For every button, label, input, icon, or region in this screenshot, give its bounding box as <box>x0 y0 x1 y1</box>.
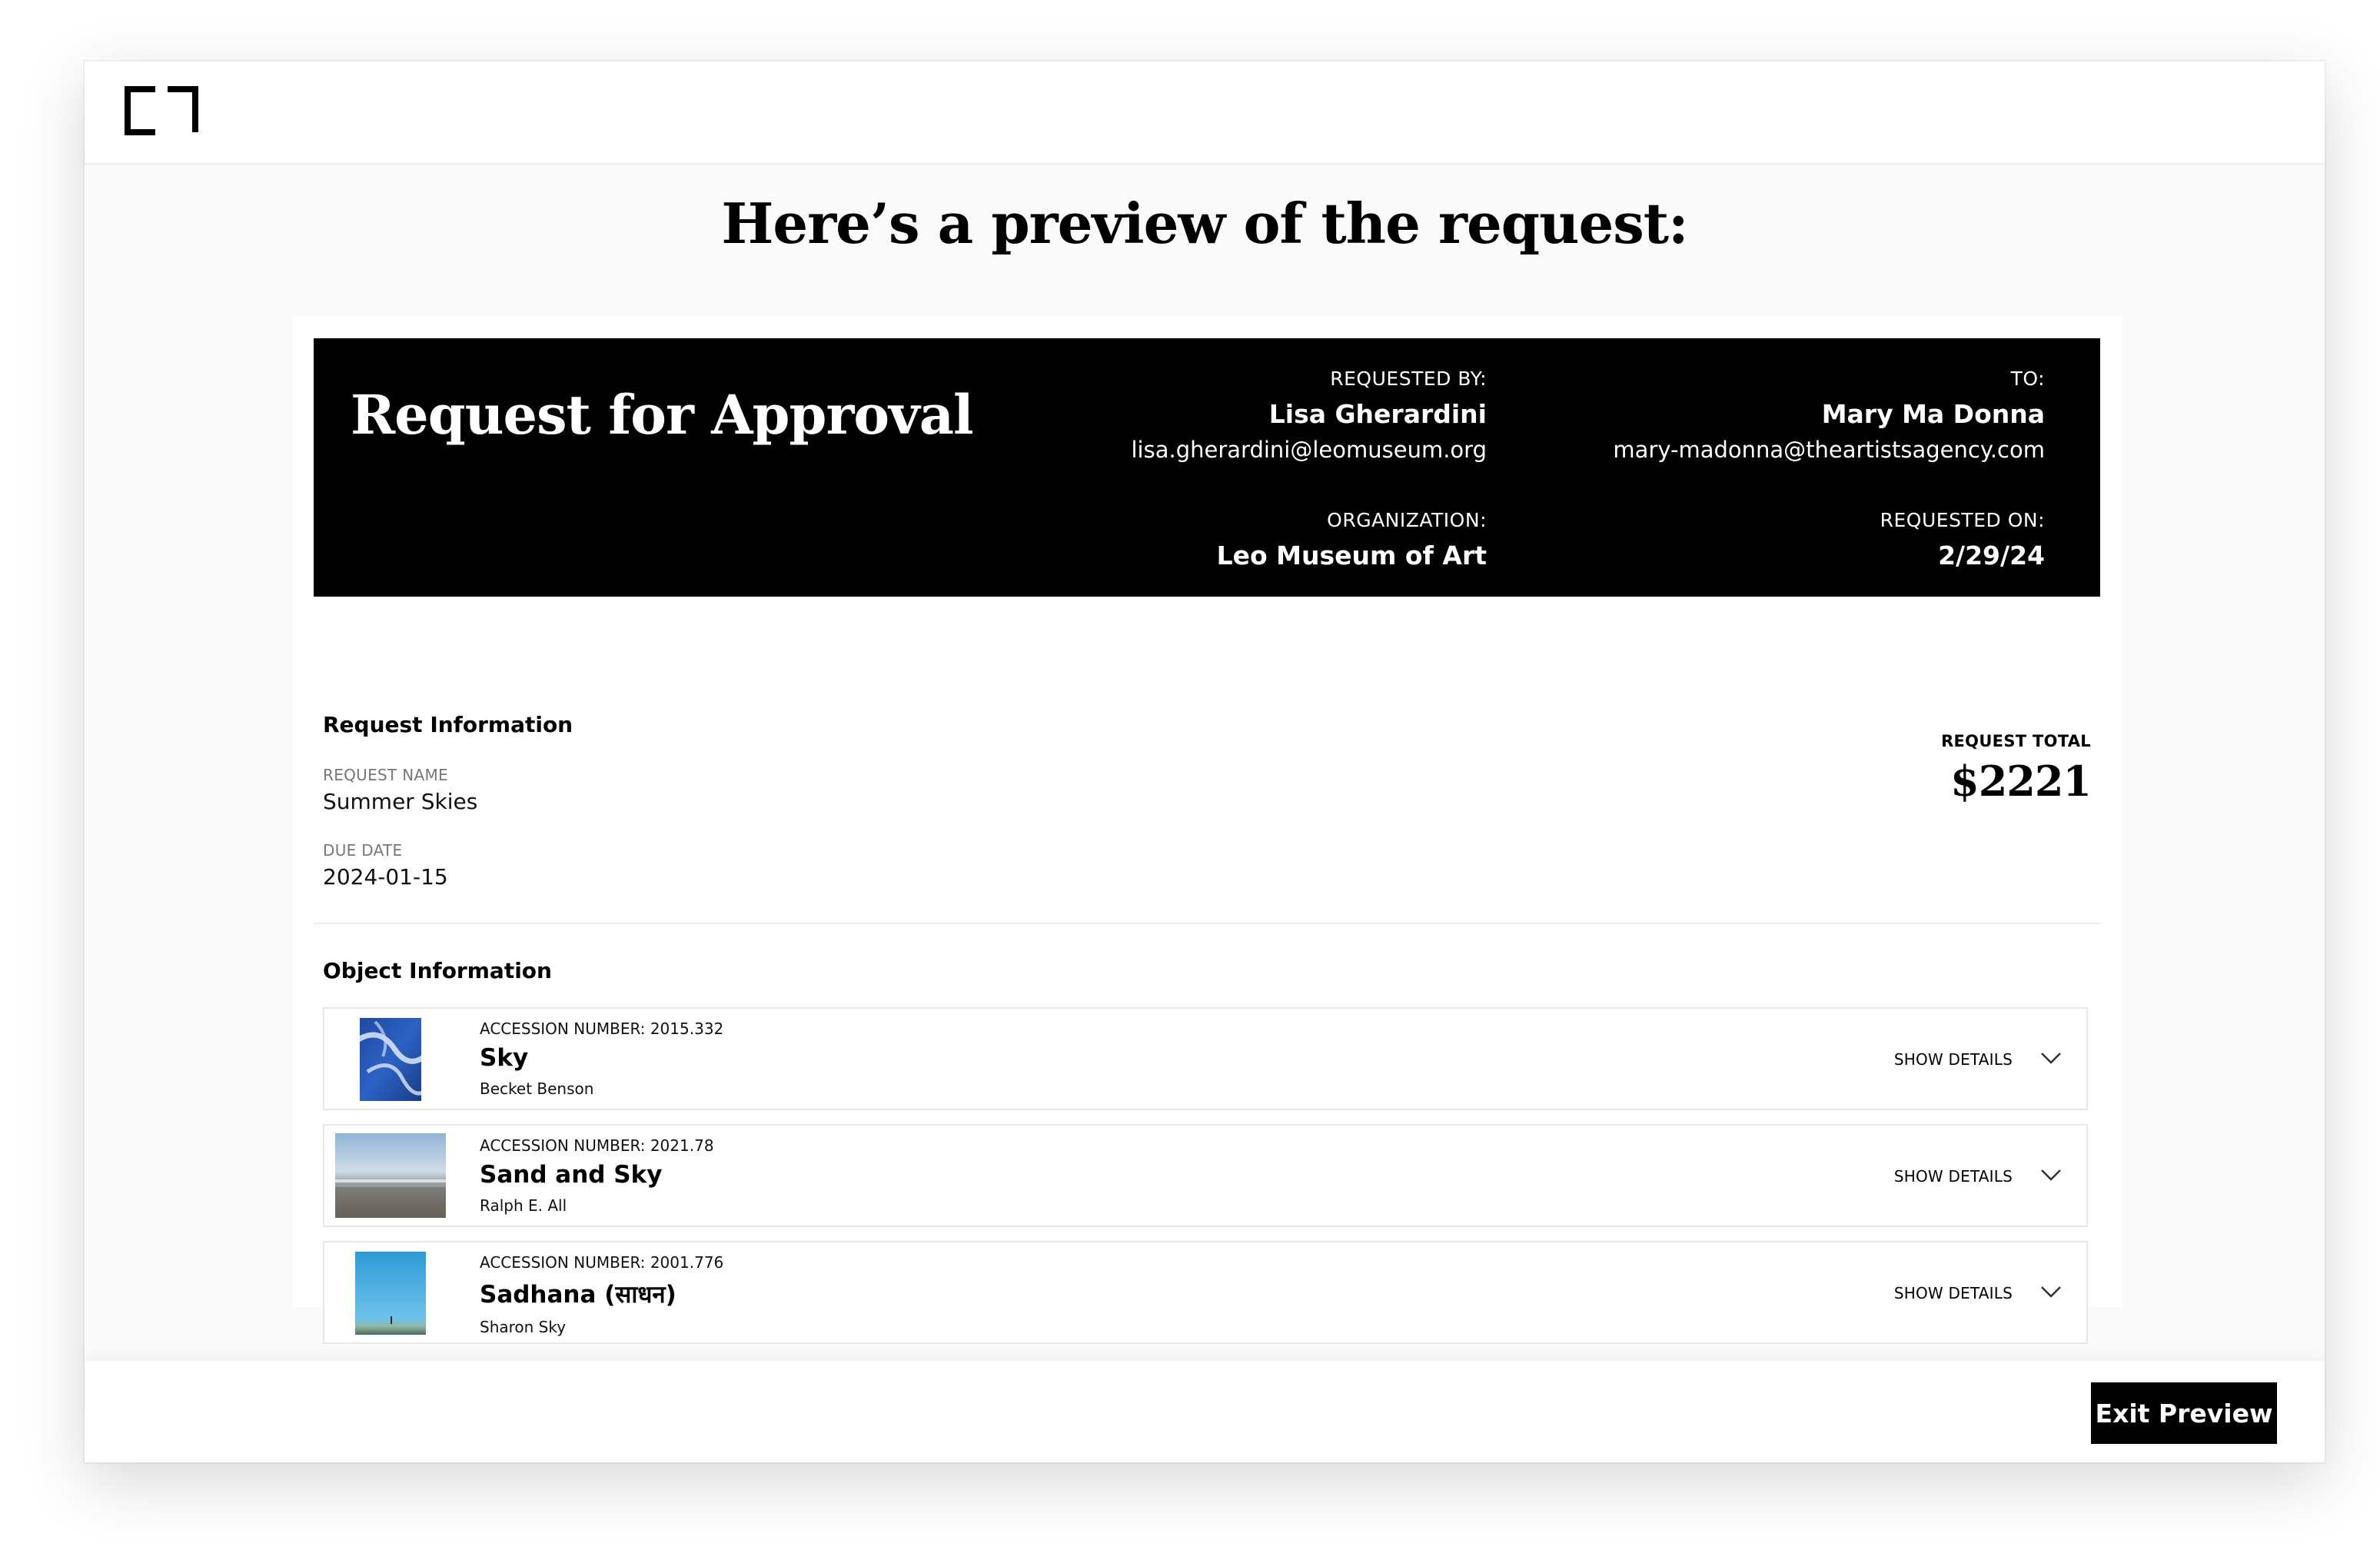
chevron-down-icon[interactable] <box>2040 1281 2062 1302</box>
page-title: Here’s a preview of the request: <box>721 191 1688 256</box>
requested-on-value: 2/29/24 <box>1938 541 2045 570</box>
object-row: ACCESSION NUMBER: 2021.78 Sand and Sky R… <box>323 1124 2088 1227</box>
object-row: ACCESSION NUMBER: 2001.776 Sadhana (साधन… <box>323 1241 2088 1344</box>
banner-title: Request for Approval <box>351 383 974 447</box>
request-preview-card: Request for Approval REQUESTED BY: Lisa … <box>292 317 2122 1344</box>
show-details-button[interactable]: SHOW DETAILS <box>1894 1284 2013 1302</box>
to-email: mary-madonna@theartistsagency.com <box>1613 437 2045 463</box>
object-title: Sand and Sky <box>480 1161 663 1189</box>
request-information-title: Request Information <box>323 712 573 737</box>
object-artist: Ralph E. All <box>480 1196 567 1215</box>
chevron-down-icon[interactable] <box>2040 1047 2062 1069</box>
preview-window: Here’s a preview of the request: Request… <box>85 62 2325 1462</box>
request-total-label: REQUEST TOTAL <box>1941 732 2091 750</box>
exit-preview-button[interactable]: Exit Preview <box>2091 1382 2277 1444</box>
organization-name: Leo Museum of Art <box>1216 541 1487 570</box>
object-title: Sky <box>480 1044 529 1072</box>
object-thumbnail <box>360 1018 421 1101</box>
show-details-button[interactable]: SHOW DETAILS <box>1894 1167 2013 1186</box>
requested-by-name: Lisa Gherardini <box>1268 399 1487 429</box>
top-bar <box>85 62 2325 165</box>
bracket-logo-icon[interactable] <box>125 86 198 135</box>
object-text: ACCESSION NUMBER: 2001.776 Sadhana (साधन… <box>480 1253 723 1336</box>
object-thumbnail <box>355 1252 426 1335</box>
to-name: Mary Ma Donna <box>1821 399 2045 429</box>
object-title: Sadhana (साधन) <box>480 1281 676 1309</box>
requested-by-block: REQUESTED BY: Lisa Gherardini lisa.ghera… <box>1132 368 1488 463</box>
accession-number: ACCESSION NUMBER: 2015.332 <box>480 1019 724 1038</box>
show-details-button[interactable]: SHOW DETAILS <box>1894 1050 2013 1069</box>
object-information-title: Object Information <box>323 958 552 983</box>
requested-by-email: lisa.gherardini@leomuseum.org <box>1131 437 1488 463</box>
request-banner: Request for Approval REQUESTED BY: Lisa … <box>314 338 2100 597</box>
object-text: ACCESSION NUMBER: 2021.78 Sand and Sky R… <box>480 1136 714 1215</box>
request-total-value: $2221 <box>1950 757 2092 806</box>
organization-label: ORGANIZATION: <box>1327 509 1487 531</box>
organization-block: ORGANIZATION: Leo Museum of Art <box>1217 509 1487 578</box>
object-text: ACCESSION NUMBER: 2015.332 Sky Becket Be… <box>480 1019 723 1098</box>
request-name-label: REQUEST NAME <box>323 766 448 784</box>
due-date-value: 2024-01-15 <box>323 864 448 890</box>
footer-bar: Exit Preview <box>85 1361 2325 1462</box>
requested-by-label: REQUESTED BY: <box>1330 368 1487 390</box>
due-date-label: DUE DATE <box>323 841 403 860</box>
object-row: ACCESSION NUMBER: 2015.332 Sky Becket Be… <box>323 1007 2088 1110</box>
object-artist: Sharon Sky <box>480 1318 567 1336</box>
object-thumbnail <box>335 1133 446 1218</box>
section-divider <box>314 923 2100 924</box>
accession-number: ACCESSION NUMBER: 2021.78 <box>480 1136 714 1155</box>
accession-number: ACCESSION NUMBER: 2001.776 <box>480 1253 724 1272</box>
to-block: TO: Mary Ma Donna mary-madonna@theartist… <box>1613 368 2045 463</box>
to-label: TO: <box>2010 368 2045 390</box>
requested-on-label: REQUESTED ON: <box>1880 509 2045 531</box>
requested-on-block: REQUESTED ON: 2/29/24 <box>1880 509 2045 578</box>
request-name-value: Summer Skies <box>323 789 478 814</box>
object-artist: Becket Benson <box>480 1079 594 1098</box>
chevron-down-icon[interactable] <box>2040 1164 2062 1186</box>
